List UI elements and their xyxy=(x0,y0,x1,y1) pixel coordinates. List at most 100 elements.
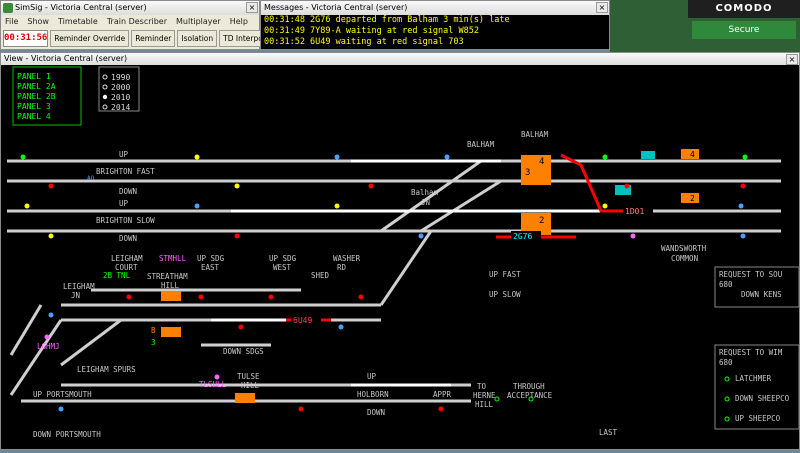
year-radio[interactable] xyxy=(102,74,108,80)
signal-icon[interactable] xyxy=(24,203,30,209)
signal-icon[interactable] xyxy=(742,154,748,160)
signal-icon[interactable] xyxy=(234,183,240,189)
label-to: TO xyxy=(477,382,487,391)
comodo-brand: COMODO xyxy=(688,0,800,18)
berth-label: 3 xyxy=(525,168,530,178)
signal-icon[interactable] xyxy=(48,233,54,239)
label-request-wim: REQUEST TO WIM xyxy=(719,348,783,357)
label-request-sou: REQUEST TO SOU xyxy=(719,270,782,279)
train-id-1d01[interactable]: 1D01 xyxy=(625,207,644,216)
label-jn: JN xyxy=(421,198,430,207)
signal-icon[interactable] xyxy=(58,406,64,412)
messages-close-button[interactable]: × xyxy=(596,2,608,13)
signal-icon[interactable] xyxy=(194,203,200,209)
signal-icon[interactable] xyxy=(444,154,450,160)
track-diagram[interactable]: PANEL 1 PANEL 2A PANEL 2B PANEL 3 PANEL … xyxy=(1,65,800,449)
berth-leigham[interactable] xyxy=(161,327,181,337)
signal-icon[interactable] xyxy=(740,233,746,239)
signal-icon[interactable] xyxy=(740,183,746,189)
view-window: View - Victoria Central (server) × PANEL… xyxy=(0,52,800,450)
signal-icon[interactable] xyxy=(48,183,54,189)
signalling-panel[interactable]: PANEL 1 PANEL 2A PANEL 2B PANEL 3 PANEL … xyxy=(1,65,800,449)
view-close-button[interactable]: × xyxy=(786,54,798,65)
berth-label: 2 xyxy=(539,216,544,226)
sim-clock[interactable]: 00:31:56 xyxy=(3,30,49,47)
label-leigham-spurs: LEIGHAM SPURS xyxy=(77,365,136,374)
menu-multiplayer[interactable]: Multiplayer xyxy=(176,15,221,28)
label-leigham-jn: LEIGHAM xyxy=(63,282,95,291)
train-id-2g76[interactable]: 2G76 xyxy=(513,232,532,241)
panel-4[interactable]: PANEL 4 xyxy=(17,112,51,121)
track-spur xyxy=(9,319,63,396)
signal-icon[interactable] xyxy=(368,183,374,189)
isolation-button[interactable]: Isolation xyxy=(177,30,218,47)
message-line: 00:31:52 6U49 waiting at red signal 703 xyxy=(264,37,464,47)
signal-icon[interactable] xyxy=(418,233,424,239)
berth-label: 4 xyxy=(539,157,544,167)
status-lamp xyxy=(724,376,730,382)
signal-icon[interactable] xyxy=(630,233,636,239)
comodo-widget: COMODO Secure xyxy=(688,0,800,52)
panel-2a[interactable]: PANEL 2A xyxy=(17,82,56,91)
year-radio[interactable] xyxy=(102,84,108,90)
panel-1[interactable]: PANEL 1 xyxy=(17,72,51,81)
label-leigham-jn: JN xyxy=(71,291,80,300)
year-2014[interactable]: 2014 xyxy=(111,103,130,112)
message-list[interactable]: 00:31:48 2G76 departed from Balham 3 min… xyxy=(261,15,609,48)
label-washer-rd: WASHER xyxy=(333,254,361,263)
berth-label: 4 xyxy=(690,150,695,159)
signal-icon[interactable] xyxy=(358,294,364,300)
year-radio[interactable] xyxy=(102,104,108,110)
year-radio-selected[interactable] xyxy=(102,94,108,100)
signal-icon[interactable] xyxy=(268,294,274,300)
label-brighton-fast: BRIGHTON FAST xyxy=(96,167,155,176)
year-2010[interactable]: 2010 xyxy=(111,93,130,102)
berth-tulse[interactable] xyxy=(235,393,255,403)
label-last: LAST xyxy=(599,428,618,437)
menu-file[interactable]: File xyxy=(5,15,18,28)
menu-show[interactable]: Show xyxy=(27,15,49,28)
label-stmhll: STMHLL xyxy=(159,254,187,263)
signal-label-b: B xyxy=(151,326,156,335)
label-down-sheepco: DOWN SHEEPCO xyxy=(735,394,790,403)
menu-train-describer[interactable]: Train Describer xyxy=(107,15,167,28)
signal-icon[interactable] xyxy=(198,294,204,300)
label-wandsworth: WANDSWORTH xyxy=(661,244,707,253)
signal-icon[interactable] xyxy=(194,154,200,160)
berth-cyan[interactable] xyxy=(641,151,655,159)
signal-icon[interactable] xyxy=(334,154,340,160)
signal-icon[interactable] xyxy=(602,154,608,160)
signal-icon[interactable] xyxy=(48,312,54,318)
menu-help[interactable]: Help xyxy=(230,15,248,28)
signal-icon[interactable] xyxy=(214,374,220,380)
label-common: COMMON xyxy=(671,254,698,263)
label-up-sdg-west: UP SDG xyxy=(269,254,297,263)
reminder-override-button[interactable]: Reminder Override xyxy=(50,30,130,47)
main-toolbar: 00:31:56 Reminder Override Reminder Isol… xyxy=(1,28,306,49)
comodo-secure-status[interactable]: Secure xyxy=(692,21,796,39)
signal-icon[interactable] xyxy=(624,183,630,189)
signal-icon[interactable] xyxy=(44,334,50,340)
berth-streatham[interactable] xyxy=(161,291,181,301)
year-2000[interactable]: 2000 xyxy=(111,83,130,92)
signal-icon[interactable] xyxy=(334,203,340,209)
signal-icon[interactable] xyxy=(602,203,608,209)
year-1990[interactable]: 1990 xyxy=(111,73,130,82)
signal-icon[interactable] xyxy=(438,406,444,412)
panel-3[interactable]: PANEL 3 xyxy=(17,102,51,111)
signal-icon[interactable] xyxy=(238,324,244,330)
label-tulse-hill: TULSE xyxy=(237,372,260,381)
signal-icon[interactable] xyxy=(126,294,132,300)
main-close-button[interactable]: × xyxy=(246,2,258,13)
signal-icon[interactable] xyxy=(20,154,26,160)
reminder-button[interactable]: Reminder xyxy=(131,30,176,47)
signal-icon[interactable] xyxy=(234,233,240,239)
train-id-6u49[interactable]: 6U49 xyxy=(293,316,312,325)
panel-2b[interactable]: PANEL 2B xyxy=(17,92,56,101)
signal-icon[interactable] xyxy=(338,324,344,330)
signal-icon[interactable] xyxy=(298,406,304,412)
main-window-title: SimSig - Victoria Central (server) xyxy=(15,3,147,12)
berth-label: 2 xyxy=(690,194,695,203)
signal-icon[interactable] xyxy=(738,203,744,209)
menu-timetable[interactable]: Timetable xyxy=(58,15,98,28)
